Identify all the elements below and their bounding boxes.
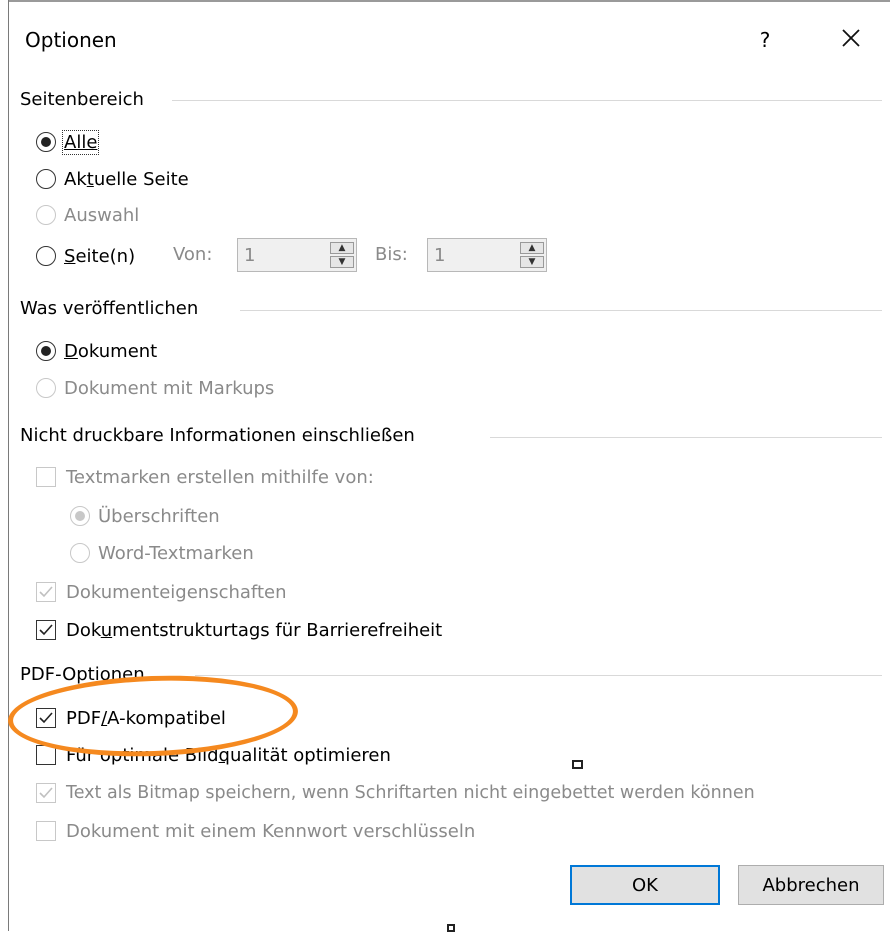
- radio-button[interactable]: [36, 169, 56, 189]
- radio-dokument[interactable]: Dokument: [36, 338, 157, 364]
- checkbox-dokumenteigenschaften[interactable]: Dokumenteigenschaften: [36, 579, 286, 605]
- checkbox[interactable]: [36, 745, 56, 765]
- label-textmarken: Textmarken erstellen mithilfe von:: [66, 466, 374, 488]
- close-icon: [842, 29, 860, 47]
- label-von: Von:: [173, 244, 213, 265]
- spin-down-icon[interactable]: ▼: [520, 256, 544, 268]
- radio-seiten[interactable]: Seite(n): [36, 243, 135, 269]
- spinner-von-value: 1: [244, 245, 256, 266]
- spinner-bis-value: 1: [434, 245, 446, 266]
- group-divider: [490, 437, 882, 438]
- label-dokumentstrukturtags: Dokumentstrukturtags für Barrierefreihei…: [66, 619, 443, 641]
- checkbox-bitmap[interactable]: Text als Bitmap speichern, wenn Schrifta…: [36, 780, 755, 806]
- resize-grip-icon: [572, 760, 583, 769]
- checkbox[interactable]: [36, 708, 56, 728]
- radio-dokument-markups[interactable]: Dokument mit Markups: [36, 375, 274, 401]
- checkbox-bildqualitaet[interactable]: Für optimale Bildqualität optimieren: [36, 742, 391, 768]
- label-bitmap: Text als Bitmap speichern, wenn Schrifta…: [66, 783, 755, 803]
- group-divider: [172, 100, 882, 101]
- group-heading-seitenbereich: Seitenbereich: [20, 89, 144, 110]
- radio-word-textmarken[interactable]: Word-Textmarken: [70, 540, 254, 566]
- checkmark-icon: [39, 787, 53, 799]
- radio-aktuelle-seite[interactable]: Aktuelle Seite: [36, 166, 189, 192]
- checkbox-dokumentstrukturtags[interactable]: Dokumentstrukturtags für Barrierefreihei…: [36, 617, 442, 643]
- checkbox[interactable]: [36, 467, 56, 487]
- label-auswahl: Auswahl: [64, 204, 140, 226]
- spin-up-icon[interactable]: ▲: [330, 242, 354, 254]
- spin-up-icon[interactable]: ▲: [520, 242, 544, 254]
- radio-button[interactable]: [70, 506, 90, 526]
- checkmark-icon: [39, 586, 53, 598]
- checkbox-pdfa[interactable]: PDF/A-kompatibel: [36, 705, 226, 731]
- spinner-von-buttons: ▲ ▼: [330, 241, 354, 269]
- label-alle: Alle: [61, 129, 100, 155]
- checkbox[interactable]: [36, 582, 56, 602]
- label-word-textmarken: Word-Textmarken: [98, 542, 254, 564]
- checkbox[interactable]: [36, 620, 56, 640]
- label-bildqualitaet: Für optimale Bildqualität optimieren: [66, 744, 391, 766]
- cancel-button[interactable]: Abbrechen: [738, 865, 884, 905]
- label-aktuelle-seite: Aktuelle Seite: [64, 168, 189, 190]
- spinner-bis[interactable]: 1 ▲ ▼: [427, 238, 547, 272]
- group-divider: [195, 675, 882, 676]
- radio-auswahl[interactable]: Auswahl: [36, 202, 139, 228]
- spinner-von[interactable]: 1 ▲ ▼: [237, 238, 357, 272]
- radio-alle[interactable]: Alle: [36, 129, 100, 155]
- checkmark-icon: [39, 712, 53, 724]
- ok-button[interactable]: OK: [570, 865, 720, 905]
- spin-down-icon[interactable]: ▼: [330, 256, 354, 268]
- radio-button[interactable]: [70, 543, 90, 563]
- options-dialog: Optionen ? Seitenbereich Alle Aktuelle S…: [0, 0, 890, 932]
- checkbox-kennwort[interactable]: Dokument mit einem Kennwort verschlüssel…: [36, 818, 475, 844]
- close-button[interactable]: [833, 22, 869, 58]
- help-button[interactable]: ?: [750, 22, 780, 58]
- label-pdfa: PDF/A-kompatibel: [66, 707, 226, 729]
- radio-button[interactable]: [36, 341, 56, 361]
- group-heading-nicht-druckbar: Nicht druckbare Informationen einschließ…: [20, 425, 415, 446]
- radio-ueberschriften[interactable]: Überschriften: [70, 503, 220, 529]
- label-dokument-markups: Dokument mit Markups: [64, 377, 275, 399]
- checkbox-textmarken[interactable]: Textmarken erstellen mithilfe von:: [36, 464, 374, 490]
- dialog-title: Optionen: [25, 28, 117, 52]
- radio-button[interactable]: [36, 205, 56, 225]
- left-edge: [0, 0, 9, 931]
- label-dokument: Dokument: [64, 340, 158, 362]
- radio-button[interactable]: [36, 132, 56, 152]
- radio-button[interactable]: [36, 378, 56, 398]
- label-ueberschriften: Überschriften: [98, 505, 220, 527]
- label-bis: Bis:: [375, 244, 408, 265]
- group-divider: [240, 310, 882, 311]
- label-seiten: Seite(n): [64, 245, 136, 267]
- group-heading-veroeffentlichen: Was veröffentlichen: [20, 298, 199, 319]
- label-dokumenteigenschaften: Dokumenteigenschaften: [66, 581, 287, 603]
- group-heading-pdf-optionen: PDF-Optionen: [20, 664, 145, 685]
- spinner-bis-buttons: ▲ ▼: [520, 241, 544, 269]
- radio-button[interactable]: [36, 246, 56, 266]
- top-border: [0, 0, 890, 2]
- checkbox[interactable]: [36, 783, 56, 803]
- checkbox[interactable]: [36, 821, 56, 841]
- label-kennwort: Dokument mit einem Kennwort verschlüssel…: [66, 820, 476, 842]
- checkmark-icon: [39, 624, 53, 636]
